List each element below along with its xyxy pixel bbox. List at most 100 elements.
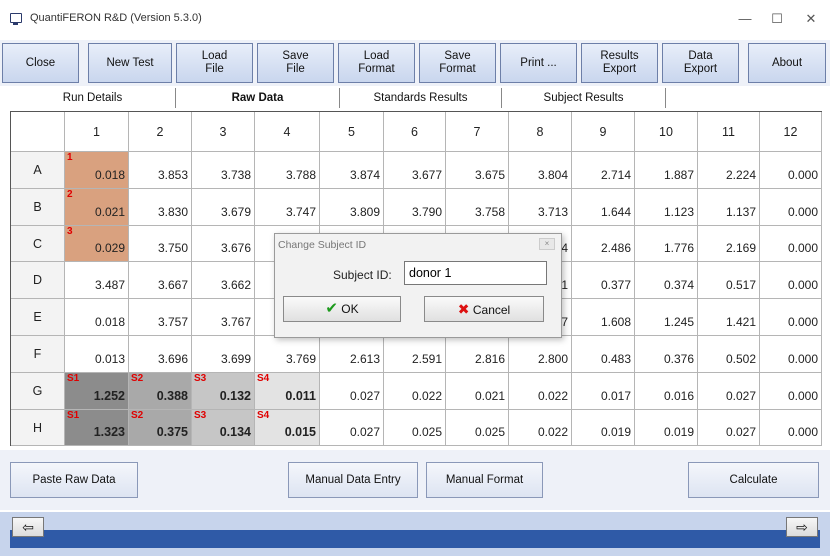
grid-cell[interactable]: 0.013 <box>65 336 129 373</box>
grid-cell[interactable]: 0.502 <box>698 336 760 373</box>
grid-cell[interactable]: 0.019 <box>635 409 698 447</box>
grid-cell[interactable]: 3.830 <box>129 188 192 226</box>
grid-cell[interactable]: 0.000 <box>760 372 822 410</box>
grid-cell[interactable]: S4 0.015 <box>255 409 320 447</box>
grid-cell[interactable]: 1.608 <box>572 299 635 336</box>
grid-cell[interactable]: 0.000 <box>760 225 822 263</box>
grid-cell[interactable]: 0.022 <box>384 372 446 410</box>
dialog-close-icon[interactable]: × <box>539 238 555 250</box>
calculate-button[interactable]: Calculate <box>688 462 819 498</box>
grid-cell[interactable]: 0.022 <box>509 409 572 447</box>
cancel-button[interactable]: ✖ Cancel <box>424 296 544 322</box>
new-test-button[interactable]: New Test <box>88 43 172 83</box>
grid-cell[interactable]: 0.517 <box>698 262 760 300</box>
grid-cell[interactable]: 0.025 <box>446 409 509 447</box>
grid-cell[interactable]: 3.713 <box>509 188 572 226</box>
load-file-button[interactable]: Load File <box>176 43 253 83</box>
close-window-button[interactable]: ✕ <box>796 8 826 30</box>
tab-standards-results[interactable]: Standards Results <box>340 88 502 108</box>
grid-cell[interactable]: 2 0.021 <box>65 188 129 226</box>
grid-cell[interactable]: 0.017 <box>572 372 635 410</box>
grid-cell[interactable]: 0.000 <box>760 299 822 336</box>
tab-run-details[interactable]: Run Details <box>10 88 176 108</box>
ok-button[interactable]: ✔ OK <box>283 296 401 322</box>
data-export-button[interactable]: Data Export <box>662 43 739 83</box>
grid-cell[interactable]: 0.027 <box>320 409 384 447</box>
subject-id-input[interactable] <box>404 261 547 285</box>
grid-cell[interactable]: 3 0.029 <box>65 225 129 263</box>
grid-cell[interactable]: 2.224 <box>698 152 760 189</box>
grid-cell[interactable]: S3 0.134 <box>192 409 255 447</box>
grid-cell[interactable]: 3.757 <box>129 299 192 336</box>
grid-cell[interactable]: S2 0.388 <box>129 372 192 410</box>
grid-cell[interactable]: 0.022 <box>509 372 572 410</box>
grid-cell[interactable]: 0.000 <box>760 188 822 226</box>
grid-cell[interactable]: 1.421 <box>698 299 760 336</box>
about-button[interactable]: About <box>748 43 826 83</box>
grid-cell[interactable]: 0.374 <box>635 262 698 300</box>
close-button[interactable]: Close <box>2 43 79 83</box>
grid-cell[interactable]: 1.644 <box>572 188 635 226</box>
grid-cell[interactable]: 3.804 <box>509 152 572 189</box>
results-export-button[interactable]: Results Export <box>581 43 658 83</box>
grid-cell[interactable]: 3.788 <box>255 152 320 189</box>
grid-cell[interactable]: 1.123 <box>635 188 698 226</box>
grid-cell[interactable]: 0.027 <box>698 372 760 410</box>
grid-cell[interactable]: S3 0.132 <box>192 372 255 410</box>
grid-cell[interactable]: 0.377 <box>572 262 635 300</box>
grid-cell[interactable]: 3.699 <box>192 336 255 373</box>
grid-cell[interactable]: S1 1.323 <box>65 409 129 447</box>
grid-cell[interactable]: S1 1.252 <box>65 372 129 410</box>
grid-cell[interactable]: 3.809 <box>320 188 384 226</box>
grid-cell[interactable]: 0.019 <box>572 409 635 447</box>
grid-cell[interactable]: 3.487 <box>65 262 129 300</box>
grid-cell[interactable]: 0.000 <box>760 262 822 300</box>
grid-cell[interactable]: 0.000 <box>760 336 822 373</box>
tab-subject-results[interactable]: Subject Results <box>502 88 666 108</box>
save-format-button[interactable]: Save Format <box>419 43 496 83</box>
grid-cell[interactable]: S2 0.375 <box>129 409 192 447</box>
grid-cell[interactable]: 1.776 <box>635 225 698 263</box>
grid-cell[interactable]: 3.790 <box>384 188 446 226</box>
grid-cell[interactable]: 2.169 <box>698 225 760 263</box>
grid-cell[interactable]: S4 0.011 <box>255 372 320 410</box>
grid-cell[interactable]: 2.816 <box>446 336 509 373</box>
grid-cell[interactable]: 3.750 <box>129 225 192 263</box>
grid-cell[interactable]: 0.027 <box>320 372 384 410</box>
grid-cell[interactable]: 3.675 <box>446 152 509 189</box>
grid-cell[interactable]: 3.676 <box>192 225 255 263</box>
save-file-button[interactable]: Save File <box>257 43 334 83</box>
grid-cell[interactable]: 0.483 <box>572 336 635 373</box>
grid-cell[interactable]: 2.800 <box>509 336 572 373</box>
grid-cell[interactable]: 0.016 <box>635 372 698 410</box>
grid-cell[interactable]: 3.767 <box>192 299 255 336</box>
grid-cell[interactable]: 3.747 <box>255 188 320 226</box>
grid-cell[interactable]: 0.025 <box>384 409 446 447</box>
prev-arrow-icon[interactable]: ⇦ <box>12 517 44 537</box>
paste-raw-data-button[interactable]: Paste Raw Data <box>10 462 138 498</box>
grid-cell[interactable]: 3.677 <box>384 152 446 189</box>
manual-data-entry-button[interactable]: Manual Data Entry <box>288 462 418 498</box>
grid-cell[interactable]: 1.887 <box>635 152 698 189</box>
maximize-button[interactable]: ☐ <box>762 8 792 30</box>
grid-cell[interactable]: 3.696 <box>129 336 192 373</box>
grid-cell[interactable]: 0.376 <box>635 336 698 373</box>
grid-cell[interactable]: 0.018 <box>65 299 129 336</box>
grid-cell[interactable]: 0.000 <box>760 409 822 447</box>
grid-cell[interactable]: 2.486 <box>572 225 635 263</box>
grid-cell[interactable]: 3.758 <box>446 188 509 226</box>
grid-cell[interactable]: 2.714 <box>572 152 635 189</box>
grid-cell[interactable]: 3.769 <box>255 336 320 373</box>
tab-raw-data[interactable]: Raw Data <box>176 88 340 108</box>
grid-cell[interactable]: 1.245 <box>635 299 698 336</box>
grid-cell[interactable]: 0.021 <box>446 372 509 410</box>
minimize-button[interactable]: — <box>730 8 760 30</box>
grid-cell[interactable]: 1 0.018 <box>65 152 129 189</box>
grid-cell[interactable]: 3.874 <box>320 152 384 189</box>
grid-cell[interactable]: 2.613 <box>320 336 384 373</box>
grid-cell[interactable]: 0.027 <box>698 409 760 447</box>
print-button[interactable]: Print ... <box>500 43 577 83</box>
load-format-button[interactable]: Load Format <box>338 43 415 83</box>
grid-cell[interactable]: 3.853 <box>129 152 192 189</box>
grid-cell[interactable]: 0.000 <box>760 152 822 189</box>
